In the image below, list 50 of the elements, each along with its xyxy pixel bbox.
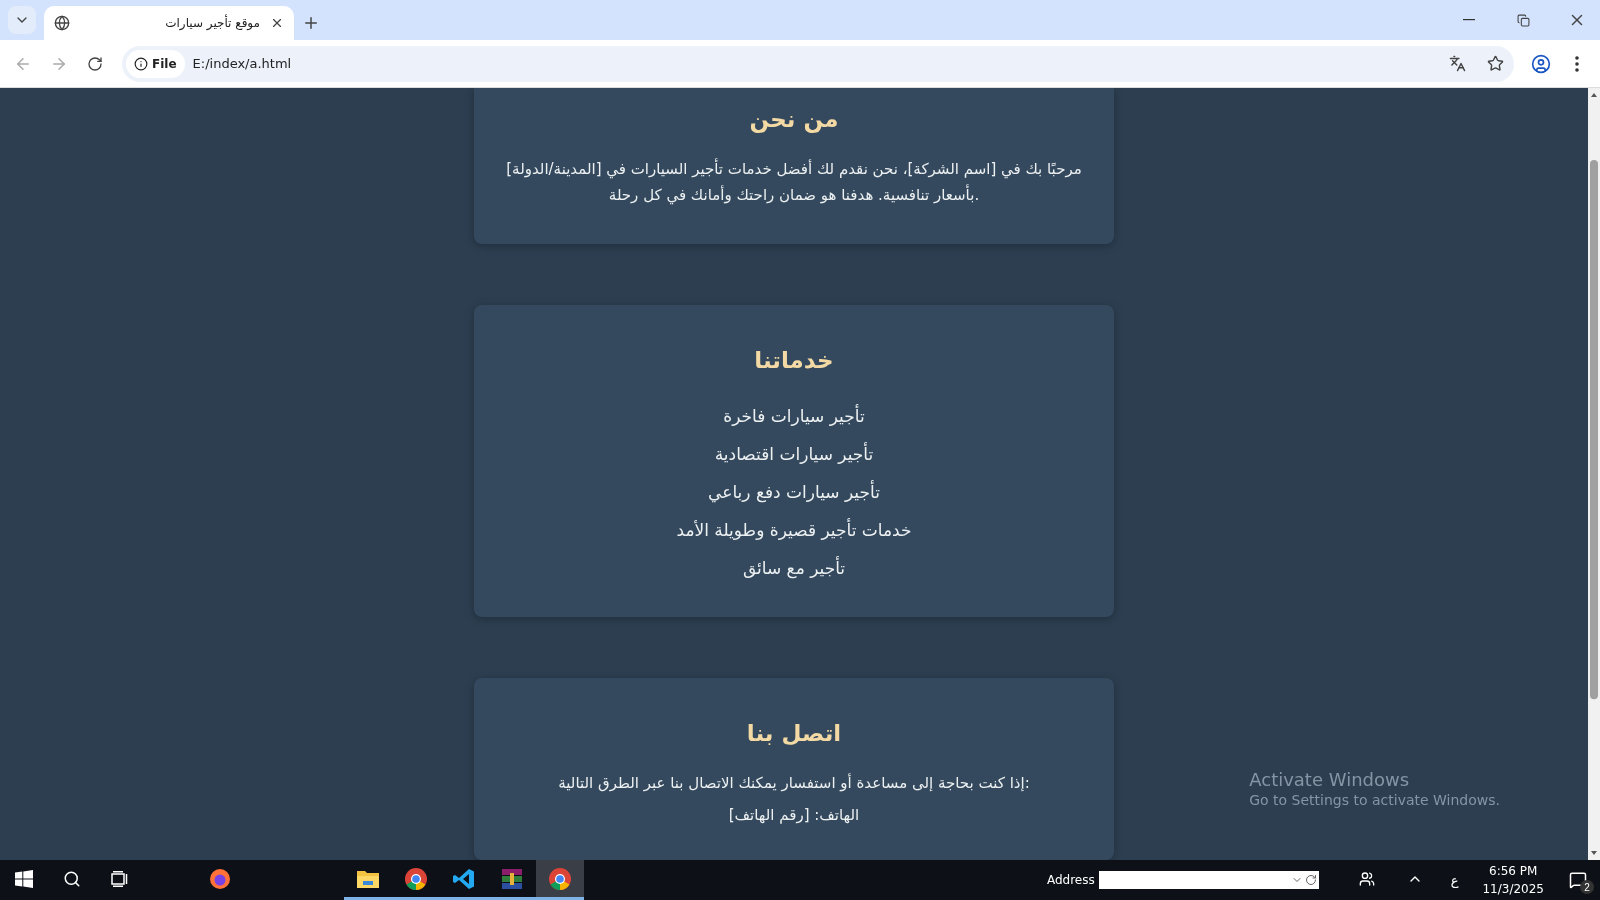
service-item: تأجير مع سائق — [742, 555, 846, 581]
restore-icon — [1516, 13, 1530, 27]
minimize-icon — [1463, 19, 1475, 21]
notifications-button[interactable]: 2 — [1556, 860, 1600, 900]
close-icon — [270, 16, 284, 30]
new-tab-button[interactable] — [302, 14, 320, 32]
section-title: خدماتنا — [754, 347, 834, 373]
firefox-icon — [208, 866, 232, 891]
address-bar[interactable]: File E:/index/a.html — [122, 45, 1514, 82]
tab-title: موقع تأجير سيارات — [164, 16, 260, 30]
chrome-icon — [548, 866, 572, 891]
books-icon — [500, 866, 524, 891]
activation-title: Activate Windows — [1249, 769, 1411, 790]
translate-icon — [1448, 55, 1466, 72]
chrome-icon — [404, 866, 428, 891]
notification-count: 2 — [1580, 880, 1594, 894]
star-icon — [1486, 55, 1504, 72]
service-item: تأجير سيارات دفع رباعي — [708, 479, 880, 505]
task-view-icon — [111, 870, 129, 887]
section-text: إذا كنت بحاجة إلى مساعدة أو استفسار يمكنك الاتصال بنا عبر الطرق التالية: — [558, 772, 1030, 794]
close-tab-button[interactable] — [270, 16, 284, 30]
clock[interactable]: 6:56 PM 11/3/2025 — [1470, 862, 1556, 898]
windows-icon — [15, 869, 33, 888]
contact-line: الهاتف: [رقم الهاتف] — [728, 805, 860, 826]
activation-text: Go to Settings to activate Windows. — [1249, 792, 1500, 808]
scrollbar[interactable] — [1588, 88, 1600, 860]
address-toolbar-field[interactable] — [1098, 871, 1319, 889]
folder-icon — [356, 868, 380, 889]
site-info-button[interactable]: File — [126, 49, 185, 78]
info-icon — [134, 56, 148, 71]
service-item: خدمات تأجير قصيرة وطويلة الأمد — [676, 517, 912, 542]
menu-icon — [1575, 55, 1579, 72]
url-text: E:/index/a.html — [192, 56, 293, 71]
globe-icon — [54, 15, 70, 31]
taskbar-app[interactable] — [536, 860, 584, 900]
people-icon — [1358, 870, 1375, 887]
section-title: اتصل بنا — [746, 720, 842, 746]
input-language[interactable]: ع — [1438, 872, 1471, 888]
refresh-icon — [1304, 874, 1317, 886]
service-item: تأجير سيارات اقتصادية — [714, 441, 874, 466]
section-text: مرحبًا بك في [اسم الشركة]، نحن نقدم لك أفضل خدمات تأجير السيارات في [المدينة/الدولة] بأسعار تنافسية. هدفنا هو ضمان راحتك وأمانك في كل رحلة. — [505, 157, 1083, 207]
browser-tab[interactable]: موقع تأجير سيارات — [44, 6, 294, 40]
search-icon — [63, 869, 81, 888]
code-editor-icon — [452, 866, 476, 891]
plus-icon — [302, 14, 320, 32]
reload-icon — [87, 55, 103, 72]
section-title: من نحن — [749, 106, 839, 132]
profile-icon — [1531, 53, 1551, 74]
service-item: تأجير سيارات فاخرة — [723, 403, 865, 428]
address-toolbar-label: Address — [1046, 873, 1095, 887]
